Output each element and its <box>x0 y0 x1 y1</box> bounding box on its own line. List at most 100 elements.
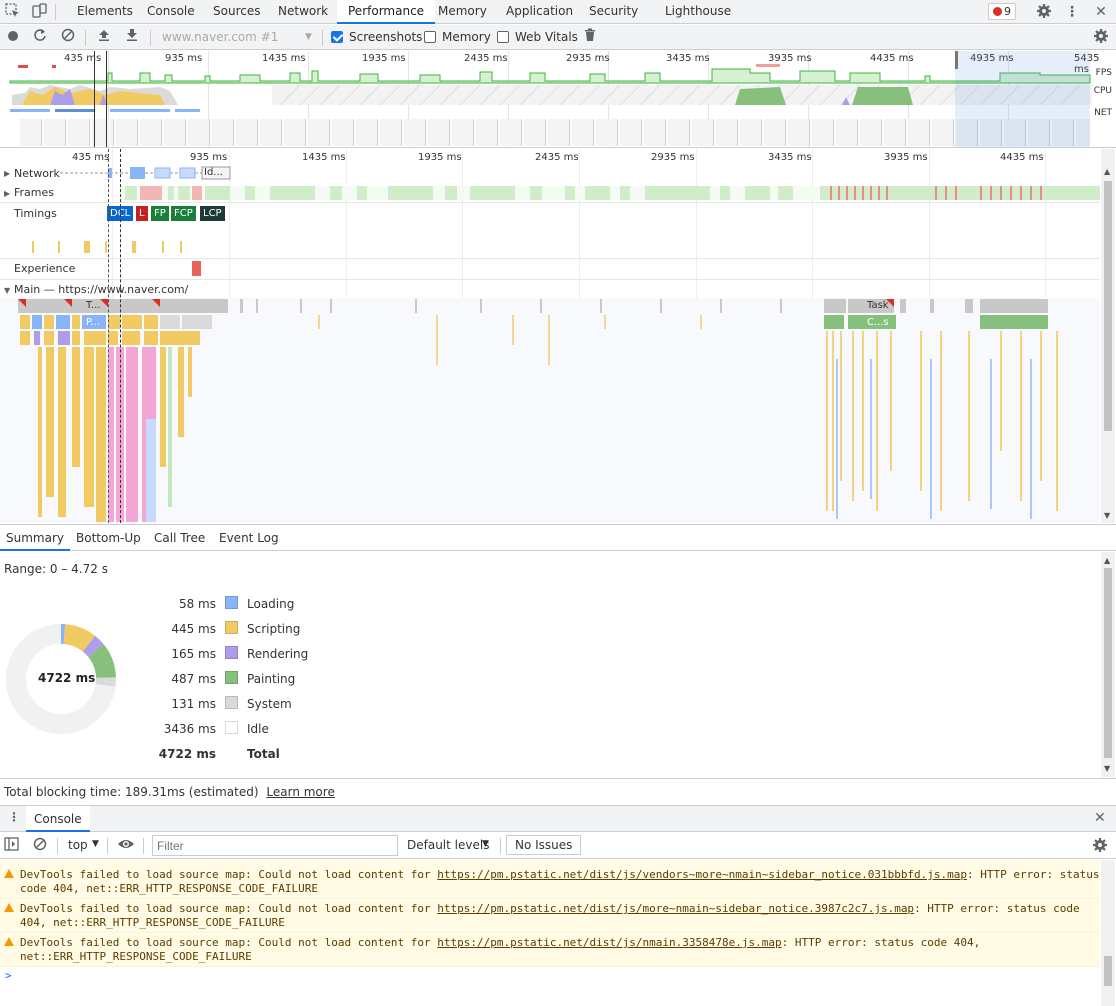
source-map-link[interactable]: https://pm.pstatic.net/dist/js/vendors~m… <box>437 868 967 881</box>
inspect-element-icon[interactable] <box>4 3 22 21</box>
issues-button[interactable]: No Issues <box>506 835 582 855</box>
toolbar-divider <box>57 838 58 854</box>
chevron-down-icon[interactable]: ▼ <box>92 839 99 849</box>
total-blocking-time: Total blocking time: 189.31ms (estimated… <box>0 778 1116 804</box>
fp-marker[interactable]: FP <box>151 206 169 221</box>
console-filter-input[interactable] <box>152 835 398 856</box>
fcp-marker[interactable]: FCP <box>171 206 196 221</box>
marker-line <box>120 149 121 523</box>
log-levels-dropdown[interactable]: Default levels <box>407 838 489 852</box>
chevron-down-icon[interactable]: ▼ <box>305 32 312 42</box>
expand-network-icon[interactable]: ▶ <box>4 169 10 178</box>
tab-lighthouse[interactable]: Lighthouse <box>654 0 742 24</box>
flame-tick: 2935 ms <box>651 152 695 163</box>
console-prompt: > <box>5 969 12 982</box>
settings-gear-icon[interactable] <box>1035 3 1053 21</box>
console-settings-gear-icon[interactable] <box>1092 837 1108 856</box>
main-thread-label[interactable]: Main — https://www.naver.com/ <box>14 283 188 296</box>
tab-divider <box>55 4 56 20</box>
fps-graph <box>9 64 1091 84</box>
toolbar-divider <box>500 838 501 854</box>
profile-select[interactable]: www.naver.com #1 <box>162 30 278 44</box>
flame-scrollbar[interactable]: ▲ ▼ <box>1101 149 1115 523</box>
network-track-label[interactable]: Network <box>14 167 60 180</box>
scripting-label: Scripting <box>247 622 301 636</box>
summary-scroll-thumb[interactable] <box>1104 568 1112 758</box>
flame-chart[interactable]: 435 ms 935 ms 1435 ms 1935 ms 2435 ms 29… <box>0 149 1100 523</box>
tab-application[interactable]: Application <box>495 0 584 24</box>
reload-record-icon[interactable] <box>31 28 49 46</box>
track-divider <box>0 279 1100 280</box>
tab-memory[interactable]: Memory <box>427 0 498 24</box>
scroll-down-icon[interactable]: ▼ <box>1104 511 1110 520</box>
flame-scroll-thumb[interactable] <box>1104 181 1112 431</box>
context-select[interactable]: top <box>68 838 88 852</box>
cpu-label: CPU <box>1093 86 1112 96</box>
memory-checkbox[interactable] <box>424 31 436 43</box>
sidebar-toggle-icon[interactable] <box>4 837 19 854</box>
tab-security[interactable]: Security <box>578 0 649 24</box>
device-toolbar-icon[interactable] <box>30 3 48 21</box>
close-drawer-icon[interactable]: ✕ <box>1094 810 1106 826</box>
web-vitals-checkbox[interactable] <box>497 31 509 43</box>
system-label: System <box>247 697 292 711</box>
tab-bottom-up[interactable]: Bottom-Up <box>70 525 147 551</box>
selection-handle[interactable] <box>955 51 958 69</box>
error-count-badge[interactable]: 9 <box>988 3 1016 20</box>
task-label: C...s <box>867 317 889 328</box>
flame-tick: 435 ms <box>72 152 110 163</box>
upload-profile-icon[interactable] <box>95 28 113 46</box>
task-label: P... <box>86 317 101 328</box>
lcp-marker[interactable]: LCP <box>200 206 225 221</box>
tab-network[interactable]: Network <box>267 0 339 24</box>
flame-tick: 1935 ms <box>418 152 462 163</box>
download-profile-icon[interactable] <box>123 28 141 46</box>
rendering-label: Rendering <box>247 647 309 661</box>
tab-call-tree[interactable]: Call Tree <box>148 525 211 551</box>
scroll-up-icon[interactable]: ▲ <box>1104 556 1110 565</box>
source-map-link[interactable]: https://pm.pstatic.net/dist/js/more~nmai… <box>437 902 914 915</box>
tab-elements[interactable]: Elements <box>66 0 144 24</box>
total-label: Total <box>247 747 280 761</box>
drawer-tab-console[interactable]: Console <box>26 806 90 832</box>
tab-performance[interactable]: Performance <box>337 0 436 24</box>
live-expression-eye-icon[interactable] <box>117 837 135 854</box>
screenshots-checkbox[interactable] <box>331 31 343 43</box>
scroll-down-icon[interactable]: ▼ <box>1104 764 1110 773</box>
total-value: 4722 ms <box>158 747 216 761</box>
layout-shift-marker[interactable] <box>192 261 201 276</box>
capture-settings-gear-icon[interactable] <box>1092 28 1110 46</box>
memory-label: Memory <box>442 30 491 44</box>
timeline-overview[interactable]: 435 ms 935 ms 1435 ms 1935 ms 2435 ms 29… <box>0 51 1116 148</box>
more-options-icon[interactable]: ⋮ <box>1063 3 1081 21</box>
toolbar-divider <box>322 30 323 46</box>
clear-console-icon[interactable] <box>33 837 47 854</box>
tab-sources[interactable]: Sources <box>202 0 271 24</box>
trash-icon[interactable] <box>581 28 599 46</box>
console-scroll-thumb[interactable] <box>1104 956 1112 986</box>
tab-event-log[interactable]: Event Log <box>213 525 285 551</box>
details-tabs: Summary Bottom-Up Call Tree Event Log <box>0 524 1116 551</box>
task-label: Task <box>867 300 889 311</box>
drawer-menu-icon[interactable]: ⋮ <box>8 810 20 824</box>
timeline-marker-line <box>106 51 107 147</box>
clear-icon[interactable] <box>59 28 77 46</box>
console-prompt-area[interactable]: > <box>0 968 1100 1006</box>
tab-summary[interactable]: Summary <box>0 525 70 551</box>
toolbar-divider <box>85 30 86 46</box>
source-map-link[interactable]: https://pm.pstatic.net/dist/js/nmain.335… <box>437 936 781 949</box>
learn-more-link[interactable]: Learn more <box>266 785 334 799</box>
close-devtools-icon[interactable]: ✕ <box>1092 3 1110 21</box>
load-marker[interactable]: L <box>136 206 148 221</box>
flame-tick: 2435 ms <box>535 152 579 163</box>
tab-console[interactable]: Console <box>136 0 206 24</box>
experience-track-label: Experience <box>14 262 76 275</box>
console-scrollbar[interactable] <box>1101 860 1115 1006</box>
scroll-up-icon[interactable]: ▲ <box>1104 167 1110 176</box>
collapse-main-icon[interactable]: ▼ <box>4 286 10 295</box>
selection-window[interactable] <box>955 51 1090 147</box>
record-icon[interactable] <box>4 29 22 47</box>
summary-scrollbar[interactable]: ▲ ▼ <box>1101 552 1115 777</box>
chevron-down-icon[interactable]: ▼ <box>482 839 489 849</box>
loading-label: Loading <box>247 597 295 611</box>
